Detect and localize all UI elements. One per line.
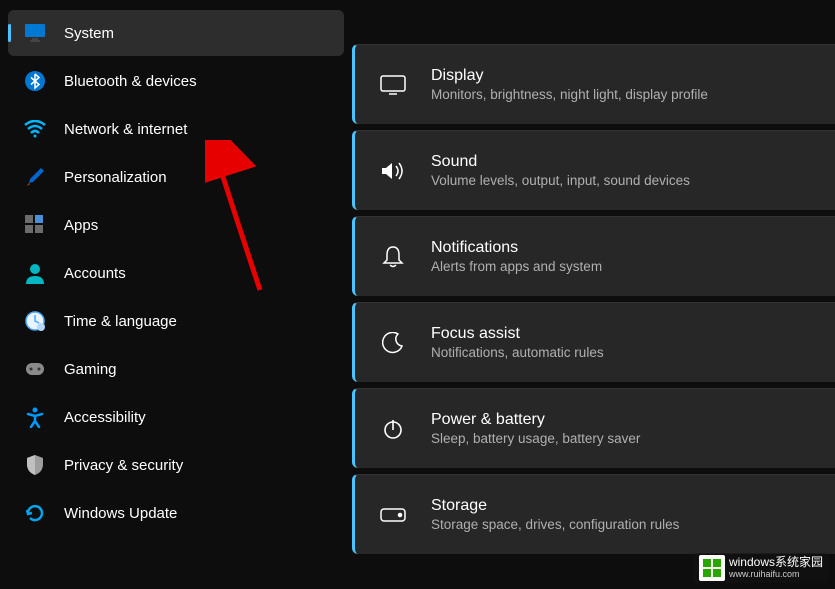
sidebar-item-accessibility[interactable]: Accessibility — [8, 394, 344, 440]
card-title: Notifications — [431, 239, 602, 257]
card-subtitle: Alerts from apps and system — [431, 259, 602, 274]
settings-sidebar: System Bluetooth & devices Network & int… — [0, 0, 352, 589]
apps-icon — [24, 214, 46, 236]
card-title: Sound — [431, 153, 690, 171]
card-subtitle: Monitors, brightness, night light, displ… — [431, 87, 708, 102]
sidebar-item-apps[interactable]: Apps — [8, 202, 344, 248]
card-subtitle: Storage space, drives, configuration rul… — [431, 517, 679, 532]
card-title: Power & battery — [431, 411, 640, 429]
sidebar-item-bluetooth[interactable]: Bluetooth & devices — [8, 58, 344, 104]
accessibility-icon — [24, 406, 46, 428]
sidebar-item-label: Time & language — [64, 313, 177, 330]
settings-card-storage[interactable]: Storage Storage space, drives, configura… — [352, 474, 835, 554]
display-icon — [379, 71, 407, 99]
shield-icon — [24, 454, 46, 476]
clock-globe-icon — [24, 310, 46, 332]
sidebar-item-system[interactable]: System — [8, 10, 344, 56]
card-title: Focus assist — [431, 325, 604, 343]
sidebar-item-label: Accessibility — [64, 409, 146, 426]
sidebar-item-label: Personalization — [64, 169, 167, 186]
sidebar-item-privacy-security[interactable]: Privacy & security — [8, 442, 344, 488]
sidebar-item-label: Network & internet — [64, 121, 187, 138]
sidebar-item-time-language[interactable]: Time & language — [8, 298, 344, 344]
power-icon — [379, 415, 407, 443]
card-title: Display — [431, 67, 708, 85]
sidebar-item-personalization[interactable]: Personalization — [8, 154, 344, 200]
card-subtitle: Sleep, battery usage, battery saver — [431, 431, 640, 446]
watermark-brand: windows系统家园 — [729, 556, 823, 569]
brush-icon — [24, 166, 46, 188]
storage-icon — [379, 501, 407, 529]
sidebar-item-gaming[interactable]: Gaming — [8, 346, 344, 392]
sidebar-item-label: Apps — [64, 217, 98, 234]
monitor-icon — [24, 22, 46, 44]
card-subtitle: Notifications, automatic rules — [431, 345, 604, 360]
bell-icon — [379, 243, 407, 271]
sidebar-item-label: Gaming — [64, 361, 117, 378]
settings-card-power-battery[interactable]: Power & battery Sleep, battery usage, ba… — [352, 388, 835, 468]
person-icon — [24, 262, 46, 284]
gamepad-icon — [24, 358, 46, 380]
settings-card-sound[interactable]: Sound Volume levels, output, input, soun… — [352, 130, 835, 210]
sidebar-item-label: Bluetooth & devices — [64, 73, 197, 90]
sidebar-item-label: Windows Update — [64, 505, 177, 522]
moon-icon — [379, 329, 407, 357]
settings-card-display[interactable]: Display Monitors, brightness, night ligh… — [352, 44, 835, 124]
sidebar-item-label: System — [64, 25, 114, 42]
settings-card-notifications[interactable]: Notifications Alerts from apps and syste… — [352, 216, 835, 296]
card-subtitle: Volume levels, output, input, sound devi… — [431, 173, 690, 188]
sidebar-item-accounts[interactable]: Accounts — [8, 250, 344, 296]
watermark-url: www.ruihaifu.com — [729, 570, 823, 580]
settings-main: Display Monitors, brightness, night ligh… — [352, 0, 835, 589]
sidebar-item-label: Accounts — [64, 265, 126, 282]
sidebar-item-network[interactable]: Network & internet — [8, 106, 344, 152]
settings-card-focus-assist[interactable]: Focus assist Notifications, automatic ru… — [352, 302, 835, 382]
sound-icon — [379, 157, 407, 185]
sidebar-item-label: Privacy & security — [64, 457, 183, 474]
update-icon — [24, 502, 46, 524]
sidebar-item-windows-update[interactable]: Windows Update — [8, 490, 344, 536]
watermark: windows系统家园 www.ruihaifu.com — [693, 553, 829, 583]
windows-logo-icon — [699, 555, 725, 581]
wifi-icon — [24, 118, 46, 140]
bluetooth-icon — [24, 70, 46, 92]
card-title: Storage — [431, 497, 679, 515]
